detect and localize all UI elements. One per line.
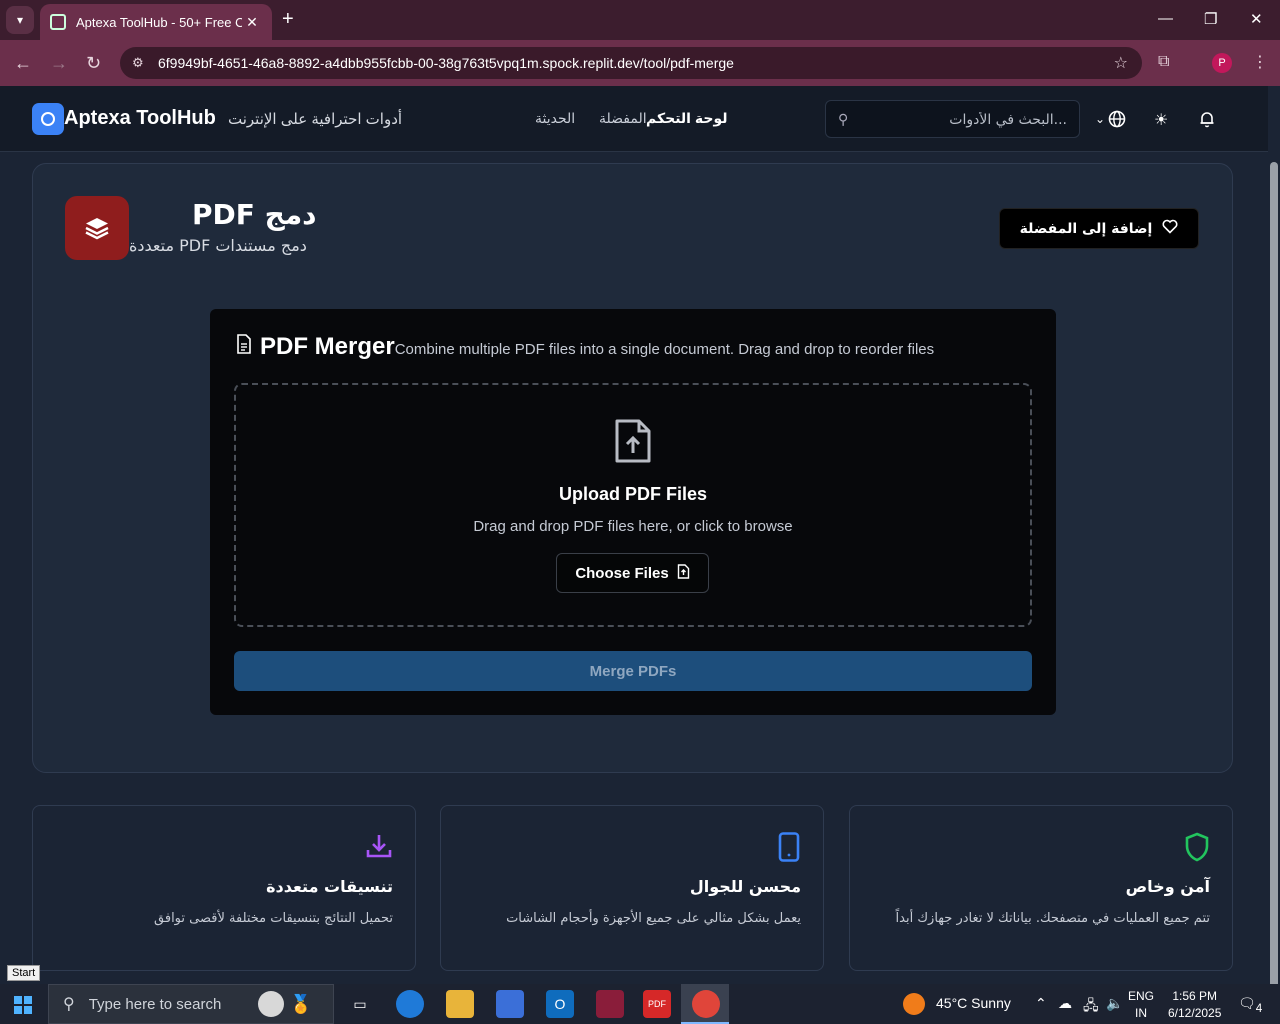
heart-icon (1162, 219, 1178, 238)
choose-files-label: Choose Files (575, 564, 669, 582)
merge-pdfs-button[interactable]: Merge PDFs (234, 651, 1032, 691)
notifications-icon[interactable]: 🗨4 (1238, 995, 1262, 1015)
tab-search-menu-button[interactable]: ▾ (6, 6, 34, 34)
upload-title: Upload PDF Files (558, 484, 708, 504)
extensions-icon[interactable]: ⧉ (1158, 53, 1169, 71)
window-minimize-button[interactable]: — (1158, 10, 1173, 27)
feature-title: تنسيقات متعددة (266, 877, 393, 896)
feature-title: محسن للجوال (689, 877, 801, 896)
profile-avatar[interactable]: P (1212, 53, 1232, 73)
tray-cloud-icon[interactable]: ☁ (1058, 995, 1072, 1012)
feature-description: تتم جميع العمليات في متصفحك. بياناتك لا … (895, 911, 1210, 926)
bookmark-star-icon[interactable]: ☆ (1114, 53, 1128, 73)
feature-card-mobile: محسن للجوال يعمل بشكل مثالي على جميع الأ… (440, 805, 824, 971)
feature-card-security: آمن وخاص تتم جميع العمليات في متصفحك. بي… (849, 805, 1233, 971)
browser-menu-icon[interactable]: ⋮ (1252, 52, 1268, 72)
window-close-button[interactable]: ✕ (1250, 10, 1263, 28)
favorites-label: إضافة إلى المفضلة (1019, 220, 1153, 237)
feature-title: آمن وخاص (1125, 877, 1210, 896)
nav-dashboard[interactable]: لوحة التحكم (646, 110, 727, 127)
start-tooltip: Start (7, 965, 41, 981)
merger-header: PDF Merger Combine multiple PDF files in… (236, 333, 934, 361)
tray-chevron-icon[interactable]: ⌃ (1035, 995, 1047, 1012)
weather-sun-icon[interactable] (903, 993, 925, 1015)
tab-favicon-icon (50, 14, 66, 30)
file-upload-icon (613, 418, 653, 464)
network-icon[interactable]: 🖧 (1083, 995, 1099, 1019)
search-icon: ⚲ (838, 111, 849, 127)
taskbar-clock[interactable]: 1:56 PM 6/12/2025 (1168, 988, 1221, 1022)
tool-title: دمج PDF (192, 198, 317, 231)
reload-icon[interactable]: ↻ (86, 53, 101, 74)
tool-search: ⚲ (825, 100, 1080, 138)
notification-count: 4 (1255, 1001, 1263, 1015)
search-icon: ⚲ (63, 996, 75, 1013)
pdf-app-icon[interactable]: PDF (643, 990, 671, 1018)
taskbar-search-placeholder: Type here to search (88, 995, 222, 1013)
edge-icon[interactable] (396, 990, 424, 1018)
document-icon (236, 334, 252, 359)
file-explorer-icon[interactable] (446, 990, 474, 1018)
weather-text[interactable]: 45°C Sunny (936, 995, 1011, 1011)
download-icon (365, 832, 393, 867)
tool-subtitle: دمج مستندات PDF متعددة (129, 236, 307, 255)
choose-files-button[interactable]: Choose Files (556, 553, 709, 593)
feature-description: تحميل النتائج بتنسيقات مختلفة لأقصى تواف… (154, 911, 393, 926)
language-indicator[interactable]: ENG IN (1128, 988, 1154, 1022)
tab-title: Aptexa ToolHub - 50+ Free Onli (76, 14, 242, 30)
bell-icon[interactable] (1198, 110, 1216, 133)
clock-time: 1:56 PM (1172, 989, 1218, 1003)
browser-tab[interactable]: Aptexa ToolHub - 50+ Free Onli ✕ (40, 4, 272, 40)
merger-heading: PDF Merger (260, 333, 395, 360)
nav-favorites[interactable]: المفضلة (599, 110, 647, 127)
search-input[interactable] (862, 107, 1067, 133)
add-to-favorites-button[interactable]: إضافة إلى المفضلة (999, 208, 1199, 249)
microsoft-store-icon[interactable] (496, 990, 524, 1018)
lang-top: ENG (1128, 989, 1155, 1003)
sun-icon[interactable]: ☀ (1154, 110, 1168, 130)
lang-bottom: IN (1135, 1006, 1147, 1020)
window-restore-button[interactable]: ❐ (1204, 10, 1217, 28)
page-scrollbar[interactable] (1268, 86, 1280, 1024)
address-bar[interactable]: ⚙ 6f9949bf-4651-46a8-8892-a4dbb955fcbb-0… (120, 47, 1142, 79)
forward-arrow-icon[interactable]: → (50, 53, 68, 74)
medal-icon[interactable]: 🏅 (287, 990, 315, 1018)
url-text: 6f9949bf-4651-46a8-8892-a4dbb955fcbb-00-… (158, 55, 734, 71)
upload-description: Drag and drop PDF files here, or click t… (473, 518, 793, 535)
brand-name[interactable]: Aptexa ToolHub (64, 107, 216, 130)
app-profile-icon[interactable] (596, 990, 624, 1018)
shield-icon (1184, 832, 1210, 869)
file-plus-icon (677, 563, 690, 583)
nav-recent[interactable]: الحديثة (535, 110, 575, 127)
globe-icon[interactable] (1108, 110, 1126, 133)
chrome-icon[interactable] (692, 990, 720, 1018)
chevron-down-icon[interactable]: ⌄ (1095, 112, 1105, 126)
tab-close-icon[interactable]: ✕ (242, 14, 262, 31)
scrollbar-thumb[interactable] (1270, 162, 1278, 1024)
site-info-icon[interactable]: ⚙ (132, 55, 152, 71)
volume-icon[interactable]: 🔈 (1106, 995, 1123, 1012)
task-view-icon[interactable]: ▭ (346, 990, 374, 1018)
outlook-icon[interactable]: O (546, 990, 574, 1018)
mobile-icon (777, 832, 801, 869)
new-tab-button[interactable]: + (282, 8, 294, 31)
feature-description: يعمل بشكل مثالي على جميع الأجهزة وأحجام … (506, 911, 801, 926)
search-highlight-golf-icon[interactable] (258, 991, 284, 1017)
windows-start-icon[interactable] (14, 996, 32, 1014)
clock-date: 6/12/2025 (1168, 1006, 1222, 1020)
brand-tagline: أدوات احترافية على الإنترنت (228, 111, 403, 128)
layers-icon (65, 196, 129, 260)
feature-card-formats: تنسيقات متعددة تحميل النتائج بتنسيقات مخ… (32, 805, 416, 971)
merger-description: Combine multiple PDF files into a single… (394, 341, 935, 358)
logo-icon[interactable] (32, 103, 64, 135)
back-arrow-icon[interactable]: ← (14, 53, 32, 74)
